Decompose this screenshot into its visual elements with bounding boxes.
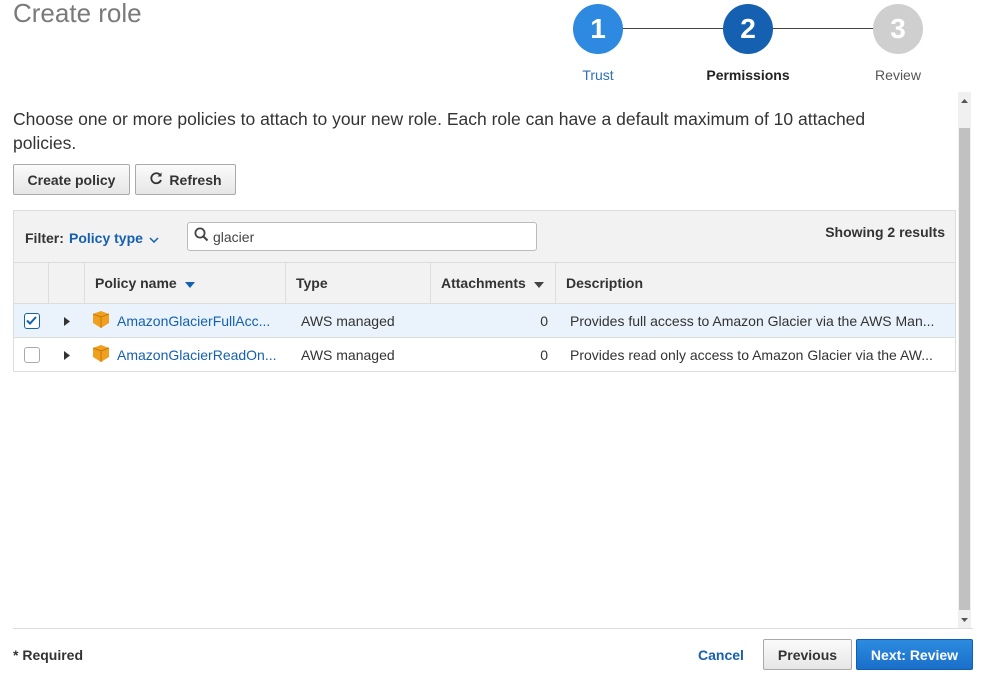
results-count: Showing 2 results [825,224,945,240]
header-select-column [14,263,49,303]
managed-policy-icon [92,310,110,331]
step-trust[interactable]: 1 Trust [538,4,658,83]
policy-description: Provides full access to Amazon Glacier v… [570,312,935,329]
column-header-label: Policy name [95,275,177,291]
sort-desc-icon [184,275,195,291]
refresh-label: Refresh [169,171,222,188]
checkmark-icon [26,316,37,325]
policy-type-filter[interactable]: Policy type [69,230,159,246]
filter-label: Filter: [25,230,64,246]
attachments-count: 0 [540,312,548,329]
refresh-icon [149,171,163,188]
step-permissions: 2 Permissions [688,4,808,83]
table-header: Policy name Type Attachments Description [14,263,955,304]
filter-bar: Filter: Policy type Showing 2 results [14,211,955,263]
managed-policy-icon [92,344,110,365]
row-checkbox[interactable] [23,346,40,363]
step-number: 3 [873,4,923,54]
column-header-label: Type [296,275,328,291]
chevron-down-icon [149,230,159,246]
policy-description: Provides read only access to Amazon Glac… [570,346,933,363]
table-row[interactable]: AmazonGlacierReadOn... AWS managed 0 Pro… [14,338,955,372]
refresh-button[interactable]: Refresh [135,164,236,195]
expand-caret-icon[interactable] [64,313,70,329]
column-header-description[interactable]: Description [556,263,955,303]
scroll-up-arrow-icon[interactable] [958,92,971,109]
policy-search-box[interactable] [187,222,537,251]
vertical-scrollbar[interactable] [958,92,971,628]
policy-name-link[interactable]: AmazonGlacierReadOn... [117,347,277,363]
policy-name-link[interactable]: AmazonGlacierFullAcc... [117,313,270,329]
policies-table: Filter: Policy type Showing 2 results Po… [13,210,956,372]
row-checkbox[interactable] [23,312,40,329]
expand-caret-icon[interactable] [64,347,70,363]
column-header-attachments[interactable]: Attachments [431,263,556,303]
step-label: Trust [582,67,614,83]
intro-text: Choose one or more policies to attach to… [13,109,866,153]
step-number: 1 [573,4,623,54]
table-row[interactable]: AmazonGlacierFullAcc... AWS managed 0 Pr… [14,304,955,338]
page-title: Create role [13,0,142,28]
create-policy-button[interactable]: Create policy [13,164,130,195]
policy-type: AWS managed [301,312,395,329]
column-header-label: Description [566,275,644,291]
column-header-policy-name[interactable]: Policy name [85,263,286,303]
wizard-stepper: 1 Trust 2 Permissions 3 Review [560,0,940,90]
policy-type: AWS managed [301,346,395,363]
scroll-down-arrow-icon[interactable] [958,611,971,628]
sort-icon [533,275,544,291]
column-header-label: Attachments [441,275,526,291]
next-review-button[interactable]: Next: Review [856,639,973,670]
policy-type-filter-label: Policy type [69,230,143,246]
scrollbar-thumb[interactable] [959,128,970,610]
cancel-link[interactable]: Cancel [698,647,744,663]
search-icon [194,227,209,247]
step-number: 2 [723,4,773,54]
previous-button[interactable]: Previous [763,639,852,670]
step-label: Review [875,67,921,83]
step-review: 3 Review [838,4,958,83]
header-expand-column [49,263,85,303]
footer-divider [13,628,973,629]
column-header-type[interactable]: Type [286,263,431,303]
attachments-count: 0 [540,346,548,363]
step-label: Permissions [706,67,790,83]
policy-search-input[interactable] [213,228,523,245]
required-note: * Required [13,647,84,663]
